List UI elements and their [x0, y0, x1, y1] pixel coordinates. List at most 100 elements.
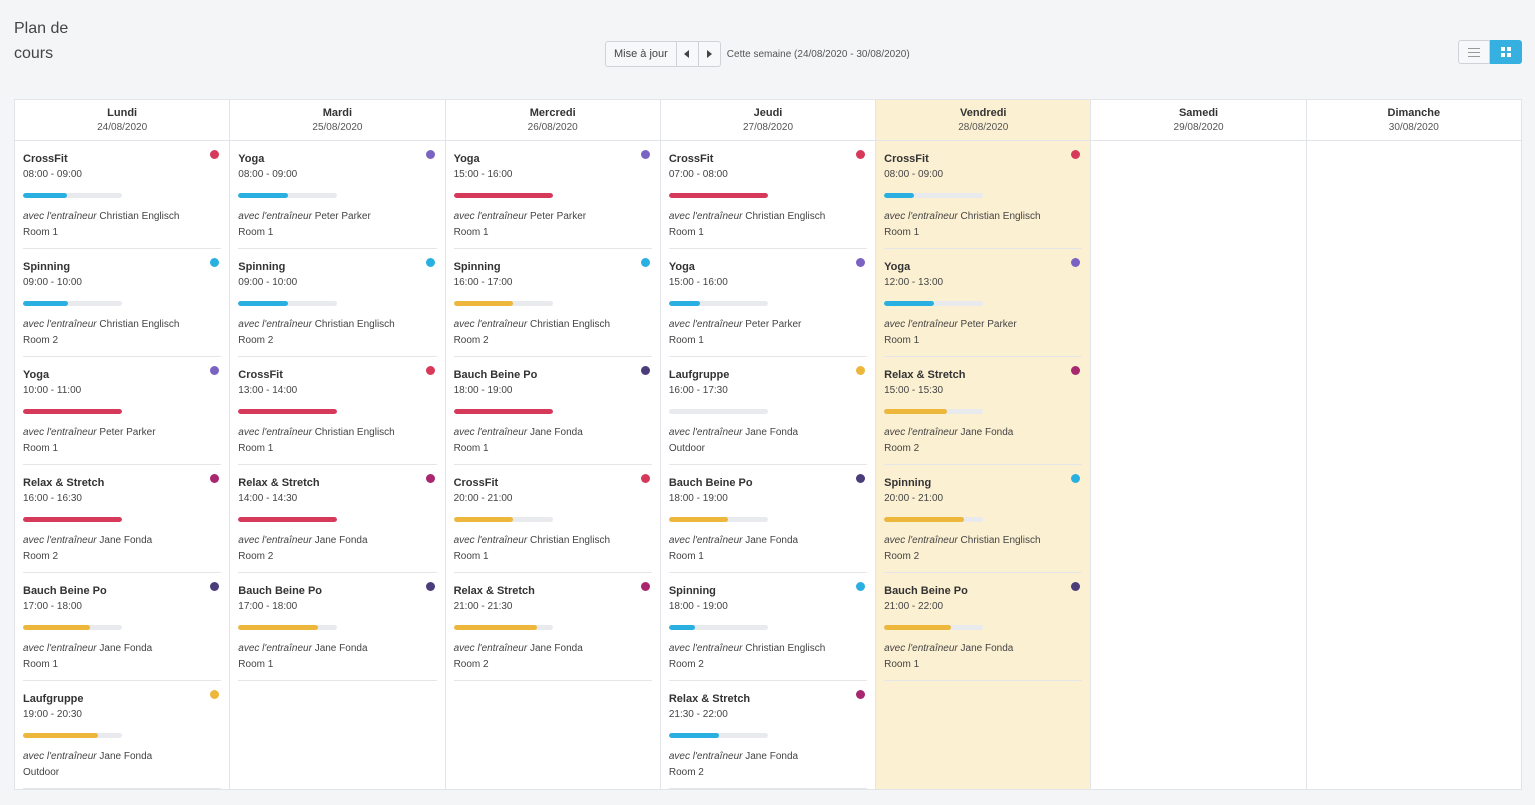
- class-event[interactable]: Relax & Stretch 14:00 - 14:30 avec l'entra…: [238, 465, 437, 573]
- trainer-name: Christian Englisch: [960, 535, 1041, 546]
- capacity-bar-fill: [884, 517, 965, 522]
- class-event[interactable]: Relax & Stretch 16:00 - 16:30 avec l'entra…: [23, 465, 222, 573]
- capacity-bar-fill: [238, 625, 319, 630]
- trainer-name: Peter Parker: [745, 319, 802, 330]
- class-event[interactable]: Spinning 16:00 - 17:00 avec l'entraîneur C…: [453, 249, 652, 357]
- day-events: CrossFit 08:00 - 09:00 avec l'entraîneur C…: [15, 141, 229, 789]
- day-header: Jeudi 27/08/2020: [660, 100, 876, 141]
- trainer-name: Christian Englisch: [99, 319, 180, 330]
- trainer-name: Christian Englisch: [529, 319, 611, 330]
- class-event[interactable]: Spinning 09:00 - 10:00 avec l'entraîneur C…: [238, 249, 437, 357]
- caret-left-icon: [684, 50, 690, 58]
- event-title: CrossFit: [453, 477, 499, 489]
- capacity-bar: [453, 625, 553, 630]
- trainer-prefix: avec l'entraîneur: [668, 535, 743, 546]
- event-time: 20:00 - 21:00: [884, 493, 944, 504]
- event-room: Room 1: [884, 227, 920, 238]
- event-title: Bauch Beine Po: [884, 585, 968, 597]
- capacity-bar-fill: [238, 409, 338, 414]
- event-room: Room 1: [884, 335, 920, 346]
- trainer-prefix: avec l'entraîneur: [453, 643, 528, 654]
- class-event[interactable]: Spinning 09:00 - 10:00 avec l'entraîneur C…: [23, 249, 222, 357]
- class-event[interactable]: Yoga 15:00 - 16:00 avec l'entraîneur Peter…: [668, 249, 868, 357]
- week-toolbar: Mise à jour Cette semaine (24/08/2020 - …: [605, 40, 910, 68]
- class-event[interactable]: CrossFit 08:00 - 09:00 avec l'entraîneur C…: [23, 141, 222, 249]
- capacity-bar: [668, 193, 768, 198]
- day-events: CrossFit 07:00 - 08:00 avec l'entraîneur C…: [661, 141, 875, 789]
- trainer-name: Jane Fonda: [314, 535, 368, 546]
- trainer-prefix: avec l'entraîneur: [453, 427, 528, 438]
- refresh-button[interactable]: Mise à jour: [605, 41, 677, 67]
- class-event[interactable]: CrossFit 07:00 - 08:00 avec l'entraîneur C…: [668, 141, 868, 249]
- list-view-button[interactable]: [1458, 40, 1490, 64]
- capacity-bar-fill: [238, 301, 288, 306]
- day-column: Mardi 25/08/2020 Yoga 08:00 - 09:00 avec l'e…: [230, 100, 446, 789]
- capacity-bar: [23, 301, 122, 306]
- class-event[interactable]: Yoga 08:00 - 09:00 avec l'entraîneur Peter…: [238, 141, 437, 249]
- class-event[interactable]: CrossFit 13:00 - 14:00 avec l'entraîneur C…: [238, 357, 437, 465]
- trainer-prefix: avec l'entraîneur: [23, 535, 97, 546]
- class-event[interactable]: Yoga 15:00 - 16:00 avec l'entraîneur Peter…: [453, 141, 652, 249]
- previous-week-button[interactable]: [676, 41, 699, 67]
- event-trainer: avec l'entraîneur Jane Fonda: [23, 533, 221, 549]
- class-event[interactable]: Spinning 18:00 - 19:00 avec l'entraîneur C…: [668, 573, 868, 681]
- event-room: Room 1: [238, 443, 274, 454]
- trainer-name: Peter Parker: [529, 211, 587, 222]
- day-date: 27/08/2020: [742, 122, 794, 133]
- event-room: Room 1: [238, 659, 274, 670]
- capacity-bar: [884, 625, 984, 630]
- event-time: 21:30 - 22:00: [668, 709, 728, 720]
- next-week-button[interactable]: [698, 41, 721, 67]
- day-column: Dimanche 30/08/2020: [1306, 100, 1521, 789]
- day-name: Dimanche: [1387, 107, 1441, 119]
- class-event[interactable]: CrossFit 20:00 - 21:00 avec l'entraîneur C…: [453, 465, 652, 573]
- event-title: Yoga: [884, 261, 911, 273]
- grid-view-button[interactable]: [1490, 40, 1522, 64]
- day-name: Mardi: [322, 107, 353, 119]
- class-event[interactable]: Bauch Beine Po 18:00 - 19:00 avec l'entraî…: [668, 465, 868, 573]
- event-time: 21:00 - 22:00: [884, 601, 944, 612]
- trainer-prefix: avec l'entraîneur: [238, 319, 312, 330]
- class-event[interactable]: Bauch Beine Po 18:00 - 19:00 avec l'entraî…: [453, 357, 652, 465]
- week-calendar: Lundi 24/08/2020 CrossFit 08:00 - 09:00 avec…: [14, 99, 1522, 790]
- day-name: Jeudi: [753, 107, 783, 119]
- class-event[interactable]: Relax & Stretch 21:00 - 21:30 avec l'entra…: [453, 573, 652, 681]
- class-event[interactable]: Bauch Beine Po 17:00 - 18:00 avec l'entraî…: [238, 573, 437, 681]
- category-dot: [640, 150, 650, 159]
- class-event[interactable]: Relax & Stretch 15:00 - 15:30 avec l'entra…: [884, 357, 1083, 465]
- capacity-bar: [238, 625, 338, 630]
- class-event[interactable]: Relax & Stretch 21:30 - 22:00 avec l'entra…: [668, 681, 868, 789]
- category-dot: [425, 474, 435, 483]
- trainer-prefix: avec l'entraîneur: [238, 211, 312, 222]
- class-event[interactable]: Yoga 12:00 - 13:00 avec l'entraîneur Peter…: [884, 249, 1083, 357]
- capacity-bar: [238, 517, 338, 522]
- class-event[interactable]: Bauch Beine Po 21:00 - 22:00 avec l'entraî…: [884, 573, 1083, 681]
- event-title: Bauch Beine Po: [453, 369, 538, 381]
- day-events: [1091, 141, 1305, 789]
- category-dot: [425, 150, 435, 159]
- event-time: 15:00 - 15:30: [884, 385, 944, 396]
- trainer-name: Jane Fonda: [960, 643, 1014, 654]
- event-trainer: avec l'entraîneur Peter Parker: [238, 209, 436, 225]
- event-room: Outdoor: [23, 767, 60, 778]
- category-dot: [640, 258, 650, 267]
- event-room: Room 2: [238, 335, 274, 346]
- capacity-bar-fill: [668, 517, 729, 522]
- event-room: Outdoor: [668, 443, 705, 454]
- event-time: 21:00 - 21:30: [453, 601, 513, 612]
- capacity-bar-fill: [238, 193, 288, 198]
- capacity-bar: [884, 409, 984, 414]
- category-dot: [640, 366, 650, 375]
- class-event[interactable]: Spinning 20:00 - 21:00 avec l'entraîneur C…: [884, 465, 1083, 573]
- event-trainer: avec l'entraîneur Christian Englisch: [454, 317, 652, 333]
- day-name: Lundi: [107, 107, 138, 119]
- event-time: 17:00 - 18:00: [23, 601, 82, 612]
- trainer-prefix: avec l'entraîneur: [668, 211, 743, 222]
- class-event[interactable]: CrossFit 08:00 - 09:00 avec l'entraîneur C…: [884, 141, 1083, 249]
- class-event[interactable]: Laufgruppe 19:00 - 20:30 avec l'entraîneur…: [23, 681, 222, 789]
- day-events: Yoga 08:00 - 09:00 avec l'entraîneur Peter…: [230, 141, 444, 789]
- class-event[interactable]: Yoga 10:00 - 11:00 avec l'entraîneur Peter…: [23, 357, 222, 465]
- class-event[interactable]: Laufgruppe 16:00 - 17:30 avec l'entraîneur…: [668, 357, 868, 465]
- event-room: Room 2: [453, 659, 489, 670]
- class-event[interactable]: Bauch Beine Po 17:00 - 18:00 avec l'entraî…: [23, 573, 222, 681]
